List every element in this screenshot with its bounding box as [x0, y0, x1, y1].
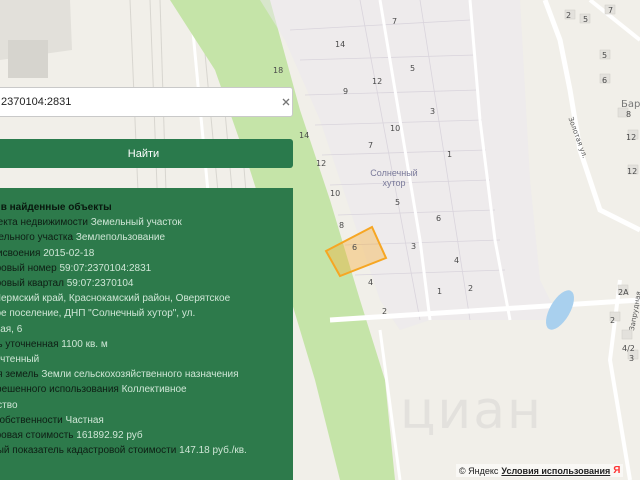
result-field-value: 59:07:2370104 [66, 278, 134, 290]
parcel-number: 3 [411, 242, 417, 251]
result-field-label: стровый номер [0, 262, 57, 274]
result-field-value: Коллективное [121, 384, 187, 396]
result-field-row: стровый номер 59:07:2370104:2831 [0, 261, 293, 276]
parcel-number: 4 [368, 278, 374, 287]
cadastral-search-field[interactable] [0, 87, 293, 117]
parcel-number-selected: 6 [352, 243, 358, 252]
parcel-number: 5 [410, 64, 416, 73]
house-number: 6 [602, 76, 608, 85]
result-field-row: одство [0, 398, 293, 413]
result-field-label: адь уточненная [0, 338, 59, 350]
parcel-number: 1 [437, 287, 443, 296]
result-field-row: с Учтенный [0, 352, 293, 367]
parcel-number: 3 [430, 107, 436, 116]
parcel-number: 2 [468, 284, 474, 293]
parcel-number: 14 [335, 40, 346, 49]
result-field-row: рия земель Земли сельскохозяйственного н… [0, 367, 293, 382]
parcel-number: 5 [395, 198, 401, 207]
house-number: 4/2 [622, 344, 635, 353]
parcel-number: 10 [330, 189, 341, 198]
result-field-row: с Пермский край, Краснокамский район, Ов… [0, 291, 293, 306]
result-field-value: ское поселение, ДНП "Солнечный хутор", у… [0, 308, 196, 320]
result-field-label: ьный показатель кадастровой стоимости [0, 445, 177, 457]
result-field-row: бъекта недвижимости Земельный участок [0, 215, 293, 230]
house-number: 7 [608, 6, 614, 15]
result-field-value: 1100 кв. м [61, 338, 108, 350]
parcel-number: 10 [390, 124, 401, 133]
house-number: 12 [626, 133, 637, 142]
result-field-value: Земельный участок [90, 217, 182, 229]
result-field-value: 161892.92 руб [76, 430, 143, 442]
result-field-value: говая, 6 [0, 323, 23, 335]
result-field-value: 59:07:2370104:2831 [59, 262, 152, 274]
place-name-partial: Бар [621, 99, 640, 110]
result-field-value: Пермский край, Краснокамский район, Овер… [0, 293, 231, 305]
result-field-row: адь уточненная 1100 кв. м [0, 337, 293, 352]
clear-icon[interactable] [281, 97, 291, 107]
parcel-number: 4 [454, 256, 460, 265]
house-number: 2 [566, 11, 572, 20]
results-panel: ад в найденные объекты бъекта недвижимос… [0, 188, 293, 480]
cian-watermark: циан [400, 380, 600, 453]
copyright: © Яндекс [459, 465, 499, 476]
terms-link[interactable]: Условия использования [501, 466, 610, 476]
parcel-number: 14 [299, 131, 310, 140]
house-number: 2A [618, 288, 629, 297]
result-field-row: азрешенного использования Коллективное [0, 382, 293, 397]
parcel-number: 12 [316, 159, 327, 168]
svg-text:циан: циан [400, 381, 543, 440]
parcel-number: 18 [273, 66, 284, 75]
result-field-value: Землепользование [75, 232, 165, 244]
house-number: 2 [610, 316, 616, 325]
result-field-label: рия земель [0, 369, 39, 381]
result-field-row: говая, 6 [0, 322, 293, 337]
find-button[interactable]: Найти [0, 139, 293, 168]
result-field-value: 2015-02-18 [43, 247, 95, 259]
result-field-value: одство [0, 399, 18, 411]
result-field-label: бъекта недвижимости [0, 217, 88, 229]
search-input[interactable] [0, 88, 271, 116]
result-field-row: стровый квартал 59:07:2370104 [0, 276, 293, 291]
result-field-value: Частная [65, 414, 104, 426]
house-number: 8 [626, 110, 632, 119]
result-field-row: а собственности Частная [0, 413, 293, 428]
place-name-solnechny-khutor: Солнечный хутор [370, 168, 418, 188]
result-field-label: емельного участка [0, 232, 74, 244]
result-field-label: азрешенного использования [0, 384, 119, 396]
find-button-label: Найти [127, 147, 160, 160]
parcel-number: 9 [343, 87, 349, 96]
result-field-value: Учтенный [0, 354, 40, 366]
result-field-value: 147.18 руб./кв. [179, 445, 247, 457]
result-field-row: стровая стоимость 161892.92 руб [0, 428, 293, 443]
result-field-label: присвоения [0, 247, 41, 259]
parcel-number: 7 [368, 141, 374, 150]
yandex-logo: Я [613, 465, 621, 476]
result-field-label: стровая стоимость [0, 430, 74, 442]
result-field-row: присвоения 2015-02-18 [0, 246, 293, 261]
parcel-number: 8 [339, 221, 345, 230]
result-field-row: емельного участка Землепользование [0, 230, 293, 245]
map-footer: © Яндекс Условия использования Я [456, 464, 624, 477]
parcel-number: 12 [372, 77, 383, 86]
result-field-label: стровый квартал [0, 278, 64, 290]
house-number: 5 [583, 15, 589, 24]
result-field-row: ьный показатель кадастровой стоимости 14… [0, 443, 293, 458]
result-field-row: ское поселение, ДНП "Солнечный хутор", у… [0, 306, 293, 321]
house-number: 5 [602, 51, 608, 60]
parcel-number: 6 [436, 214, 442, 223]
result-field-value: Земли сельскохозяйственного назначения [41, 369, 239, 381]
parcel-number: 1 [447, 150, 453, 159]
results-title: ад в найденные объекты [0, 202, 112, 213]
result-field-label: а собственности [0, 414, 63, 426]
house-number: 3 [629, 354, 635, 363]
house-number: 12 [627, 167, 638, 176]
parcel-number: 7 [392, 17, 398, 26]
parcel-number: 2 [382, 307, 388, 316]
